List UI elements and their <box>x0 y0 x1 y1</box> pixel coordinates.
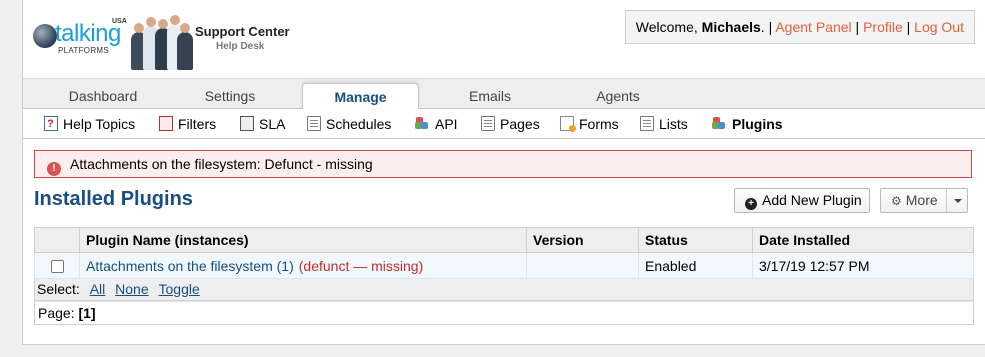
subnav-sla[interactable]: SLA <box>240 115 285 133</box>
select-bar: Select: All None Toggle <box>34 279 974 301</box>
logo-usa: USA <box>112 18 127 25</box>
agent-panel-link[interactable]: Agent Panel <box>775 19 851 35</box>
pagination: Page: [1] <box>34 301 974 325</box>
profile-link[interactable]: Profile <box>863 19 903 35</box>
error-icon: ! <box>47 162 61 176</box>
separator: | <box>902 19 915 35</box>
tab-emails[interactable]: Emails <box>443 83 537 110</box>
subnav-help-topics[interactable]: Help Topics <box>44 115 135 133</box>
column-header-plugin-name[interactable]: Plugin Name (instances) <box>79 227 527 253</box>
lists-icon <box>640 116 654 131</box>
team-photo <box>131 15 193 70</box>
subnav-schedules[interactable]: Schedules <box>307 115 391 133</box>
subnav-label: Plugins <box>732 116 783 132</box>
welcome-suffix: . | <box>760 19 776 35</box>
plugin-name-link[interactable]: Attachments on the filesystem (1) <box>86 258 294 274</box>
dropdown-toggle[interactable] <box>946 189 967 212</box>
api-icon <box>415 116 430 131</box>
subnav-label: API <box>435 116 458 132</box>
tab-dashboard[interactable]: Dashboard <box>45 83 161 110</box>
tab-agents[interactable]: Agents <box>573 83 663 110</box>
subnav-label: Forms <box>579 116 619 132</box>
status-cell: Enabled <box>638 252 753 279</box>
select-all-link[interactable]: All <box>90 281 106 297</box>
add-new-plugin-button[interactable]: + Add New Plugin <box>734 188 870 213</box>
select-none-link[interactable]: None <box>115 281 148 297</box>
subnav-plugins[interactable]: Plugins <box>712 115 783 133</box>
subnav-label: Pages <box>500 116 540 132</box>
support-center-title: Support Center <box>195 24 290 39</box>
sub-nav: Help Topics Filters SLA Schedules API Pa… <box>23 109 985 139</box>
column-header-date-installed[interactable]: Date Installed <box>752 227 974 253</box>
page-label: Page: <box>38 305 75 321</box>
subnav-label: SLA <box>259 116 286 132</box>
plugins-icon <box>712 116 727 131</box>
table-header-row: Plugin Name (instances) Version Status D… <box>34 227 974 253</box>
separator: | <box>851 19 864 35</box>
globe-logo-icon <box>33 24 57 48</box>
row-checkbox[interactable] <box>50 260 64 274</box>
help-topics-icon <box>44 115 58 133</box>
add-plugin-label: Add New Plugin <box>762 192 862 208</box>
subnav-filters[interactable]: Filters <box>159 115 216 133</box>
logout-link[interactable]: Log Out <box>914 19 964 35</box>
logo-subtext: PLATFORMS <box>58 46 110 55</box>
logo-wordmark: talking <box>55 20 121 47</box>
plugin-name-cell: Attachments on the filesystem (1) (defunc… <box>79 252 527 279</box>
error-alert: ! Attachments on the filesystem: Defunct … <box>34 150 972 178</box>
plugins-table: Plugin Name (instances) Version Status D… <box>34 227 974 279</box>
subnav-label: Schedules <box>326 116 392 132</box>
select-toggle-link[interactable]: Toggle <box>159 281 200 297</box>
caret-down-icon <box>954 199 962 203</box>
table-row: Attachments on the filesystem (1) (defunc… <box>34 252 974 279</box>
main-container: talking USA PLATFORMS Support Center Hel… <box>22 0 985 345</box>
help-desk-subtitle: Help Desk <box>216 41 265 52</box>
filters-icon <box>159 116 173 131</box>
welcome-bar: Welcome, Michaels. | Agent Panel | Profi… <box>624 10 975 44</box>
page-title: Installed Plugins <box>34 188 193 210</box>
schedules-icon <box>307 116 321 131</box>
column-header-version[interactable]: Version <box>526 227 639 253</box>
select-label: Select: <box>37 281 80 297</box>
subnav-label: Filters <box>178 116 217 132</box>
forms-icon <box>560 116 576 132</box>
tab-settings[interactable]: Settings <box>175 83 285 110</box>
date-installed-cell: 3/17/19 12:57 PM <box>752 252 974 279</box>
current-page: [1] <box>78 305 96 321</box>
more-label: More <box>905 192 938 208</box>
defunct-note: (defunct — missing) <box>298 257 424 274</box>
select-column-header <box>34 227 80 253</box>
pages-icon <box>481 116 495 131</box>
tab-manage[interactable]: Manage <box>302 83 419 111</box>
header: talking USA PLATFORMS Support Center Hel… <box>23 0 985 78</box>
subnav-pages[interactable]: Pages <box>481 115 540 133</box>
sla-icon <box>240 116 254 131</box>
subnav-label: Help Topics <box>63 116 136 132</box>
main-nav: Dashboard Settings Manage Emails Agents <box>23 78 985 111</box>
subnav-lists[interactable]: Lists <box>640 115 688 133</box>
more-dropdown-button[interactable]: ⚙ More <box>880 188 968 213</box>
company-logo[interactable]: talking USA PLATFORMS Support Center Hel… <box>33 14 293 72</box>
row-select-cell <box>34 252 80 279</box>
subnav-label: Lists <box>659 116 688 132</box>
welcome-prefix: Welcome, <box>635 19 702 35</box>
alert-message: Attachments on the filesystem: Defunct -… <box>70 156 373 172</box>
subnav-forms[interactable]: Forms <box>560 115 619 133</box>
column-header-status[interactable]: Status <box>638 227 753 253</box>
version-cell <box>526 252 639 279</box>
subnav-api[interactable]: API <box>415 115 458 133</box>
username: Michaels <box>701 19 761 35</box>
plus-circle-icon: + <box>745 198 757 210</box>
gear-icon: ⚙ <box>891 194 902 208</box>
